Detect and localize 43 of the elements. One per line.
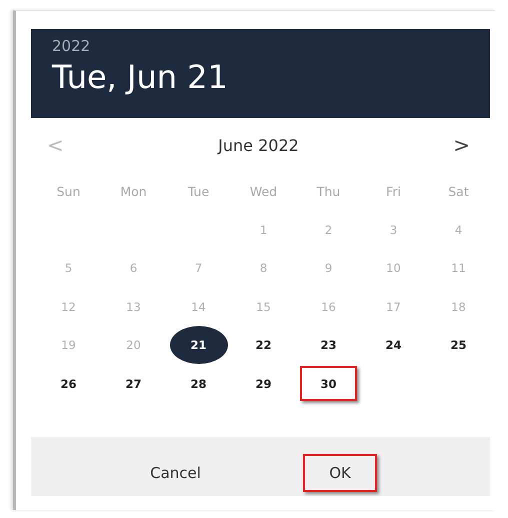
selected-day[interactable]: 21 [170, 326, 228, 364]
ok-button[interactable]: OK [303, 454, 377, 492]
calendar-day: 17 [374, 292, 414, 322]
calendar-day[interactable]: 26 [48, 368, 88, 399]
calendar-day: 13 [114, 292, 154, 322]
calendar-day: 6 [114, 253, 154, 284]
weekday-label: Wed [248, 182, 278, 201]
calendar-day: 18 [438, 292, 478, 322]
calendar-day[interactable]: 29 [244, 368, 284, 399]
calendar-day: 16 [308, 292, 348, 322]
weekday-label: Thu [316, 182, 342, 201]
calendar-day: 19 [48, 330, 88, 360]
calendar-day: 3 [374, 214, 414, 245]
calendar-day: 2 [308, 214, 348, 245]
calendar-day: 20 [114, 330, 154, 360]
next-month-button[interactable]: > [451, 133, 472, 157]
calendar-day: 7 [178, 253, 218, 284]
calendar-day: 8 [244, 253, 284, 284]
calendar-day: 4 [438, 214, 478, 245]
calendar-day: 1 [244, 214, 284, 245]
calendar-day: 9 [308, 253, 348, 284]
calendar-day[interactable]: 24 [374, 330, 414, 360]
weekday-label: Sat [447, 182, 470, 201]
calendar-day: 11 [438, 253, 478, 284]
month-title: June 2022 [218, 136, 299, 154]
cancel-button[interactable]: Cancel [134, 454, 217, 492]
calendar-day: 15 [244, 292, 284, 322]
calendar-day: 14 [178, 292, 218, 322]
weekday-label: Sun [56, 182, 82, 201]
calendar-day: 12 [48, 292, 88, 322]
calendar-day[interactable]: 28 [178, 368, 218, 399]
calendar-day[interactable]: 25 [438, 330, 478, 360]
weekday-label: Tue [186, 182, 210, 201]
calendar-day[interactable]: 27 [114, 368, 154, 399]
calendar-day: 10 [374, 253, 414, 284]
calendar-day[interactable]: 22 [244, 330, 284, 360]
calendar-day: 5 [48, 253, 88, 284]
selected-date: Tue, Jun 21 [52, 58, 228, 96]
weekday-label: Fri [385, 182, 402, 201]
calendar-day[interactable]: 23 [308, 330, 348, 360]
year-label[interactable]: 2022 [52, 37, 90, 55]
calendar-day[interactable]: 30 [300, 366, 357, 402]
weekday-label: Mon [119, 182, 148, 201]
